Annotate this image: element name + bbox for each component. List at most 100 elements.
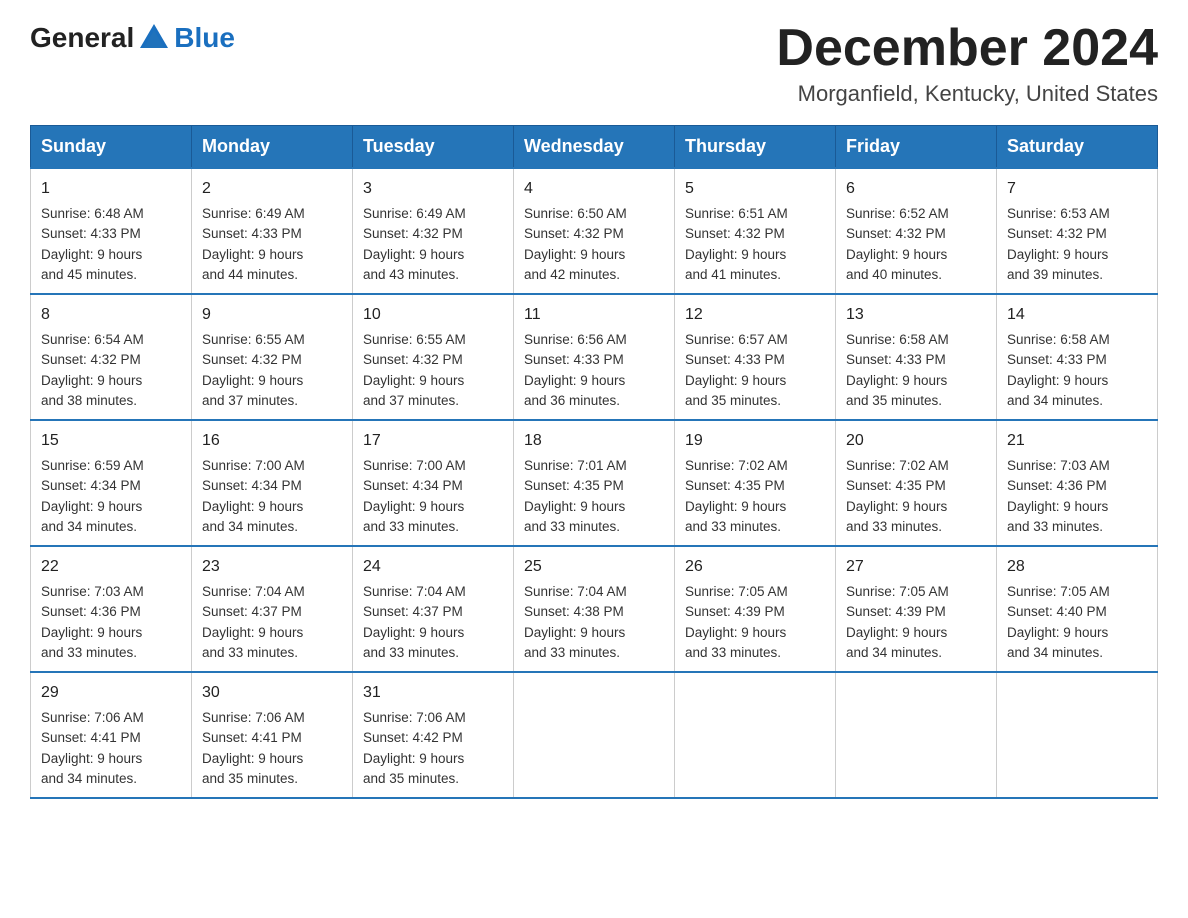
day-number: 13: [846, 303, 986, 327]
day-number: 28: [1007, 555, 1147, 579]
day-info: Sunrise: 7:05 AMSunset: 4:39 PMDaylight:…: [846, 582, 986, 663]
logo-blue-text: Blue: [174, 22, 235, 54]
day-number: 21: [1007, 429, 1147, 453]
day-number: 12: [685, 303, 825, 327]
day-info: Sunrise: 7:03 AMSunset: 4:36 PMDaylight:…: [1007, 456, 1147, 537]
calendar-cell: [836, 672, 997, 798]
header-day-wednesday: Wednesday: [514, 126, 675, 169]
calendar-header: SundayMondayTuesdayWednesdayThursdayFrid…: [31, 126, 1158, 169]
calendar-cell: 23 Sunrise: 7:04 AMSunset: 4:37 PMDaylig…: [192, 546, 353, 672]
day-info: Sunrise: 7:04 AMSunset: 4:38 PMDaylight:…: [524, 582, 664, 663]
week-row: 22 Sunrise: 7:03 AMSunset: 4:36 PMDaylig…: [31, 546, 1158, 672]
calendar-cell: 12 Sunrise: 6:57 AMSunset: 4:33 PMDaylig…: [675, 294, 836, 420]
day-info: Sunrise: 6:55 AMSunset: 4:32 PMDaylight:…: [363, 330, 503, 411]
calendar-cell: 16 Sunrise: 7:00 AMSunset: 4:34 PMDaylig…: [192, 420, 353, 546]
calendar-cell: 5 Sunrise: 6:51 AMSunset: 4:32 PMDayligh…: [675, 168, 836, 294]
day-info: Sunrise: 7:06 AMSunset: 4:41 PMDaylight:…: [41, 708, 181, 789]
day-info: Sunrise: 7:03 AMSunset: 4:36 PMDaylight:…: [41, 582, 181, 663]
week-row: 1 Sunrise: 6:48 AMSunset: 4:33 PMDayligh…: [31, 168, 1158, 294]
calendar-table: SundayMondayTuesdayWednesdayThursdayFrid…: [30, 125, 1158, 799]
day-number: 2: [202, 177, 342, 201]
day-number: 16: [202, 429, 342, 453]
day-number: 24: [363, 555, 503, 579]
calendar-cell: 15 Sunrise: 6:59 AMSunset: 4:34 PMDaylig…: [31, 420, 192, 546]
calendar-cell: 3 Sunrise: 6:49 AMSunset: 4:32 PMDayligh…: [353, 168, 514, 294]
logo-icon: [136, 20, 172, 56]
calendar-cell: 11 Sunrise: 6:56 AMSunset: 4:33 PMDaylig…: [514, 294, 675, 420]
header-day-saturday: Saturday: [997, 126, 1158, 169]
calendar-cell: 31 Sunrise: 7:06 AMSunset: 4:42 PMDaylig…: [353, 672, 514, 798]
calendar-cell: 17 Sunrise: 7:00 AMSunset: 4:34 PMDaylig…: [353, 420, 514, 546]
day-info: Sunrise: 7:00 AMSunset: 4:34 PMDaylight:…: [363, 456, 503, 537]
day-number: 7: [1007, 177, 1147, 201]
calendar-cell: 24 Sunrise: 7:04 AMSunset: 4:37 PMDaylig…: [353, 546, 514, 672]
day-number: 30: [202, 681, 342, 705]
calendar-cell: 6 Sunrise: 6:52 AMSunset: 4:32 PMDayligh…: [836, 168, 997, 294]
day-info: Sunrise: 6:55 AMSunset: 4:32 PMDaylight:…: [202, 330, 342, 411]
day-number: 27: [846, 555, 986, 579]
day-number: 5: [685, 177, 825, 201]
day-info: Sunrise: 6:48 AMSunset: 4:33 PMDaylight:…: [41, 204, 181, 285]
calendar-cell: 22 Sunrise: 7:03 AMSunset: 4:36 PMDaylig…: [31, 546, 192, 672]
day-info: Sunrise: 6:54 AMSunset: 4:32 PMDaylight:…: [41, 330, 181, 411]
calendar-cell: [514, 672, 675, 798]
day-info: Sunrise: 7:05 AMSunset: 4:40 PMDaylight:…: [1007, 582, 1147, 663]
day-number: 31: [363, 681, 503, 705]
week-row: 15 Sunrise: 6:59 AMSunset: 4:34 PMDaylig…: [31, 420, 1158, 546]
day-number: 3: [363, 177, 503, 201]
day-info: Sunrise: 7:00 AMSunset: 4:34 PMDaylight:…: [202, 456, 342, 537]
day-info: Sunrise: 6:53 AMSunset: 4:32 PMDaylight:…: [1007, 204, 1147, 285]
calendar-cell: 26 Sunrise: 7:05 AMSunset: 4:39 PMDaylig…: [675, 546, 836, 672]
calendar-cell: 28 Sunrise: 7:05 AMSunset: 4:40 PMDaylig…: [997, 546, 1158, 672]
calendar-cell: [997, 672, 1158, 798]
day-number: 29: [41, 681, 181, 705]
day-info: Sunrise: 6:58 AMSunset: 4:33 PMDaylight:…: [846, 330, 986, 411]
title-area: December 2024 Morganfield, Kentucky, Uni…: [776, 20, 1158, 107]
day-info: Sunrise: 6:58 AMSunset: 4:33 PMDaylight:…: [1007, 330, 1147, 411]
calendar-cell: 21 Sunrise: 7:03 AMSunset: 4:36 PMDaylig…: [997, 420, 1158, 546]
day-info: Sunrise: 7:02 AMSunset: 4:35 PMDaylight:…: [846, 456, 986, 537]
calendar-cell: 2 Sunrise: 6:49 AMSunset: 4:33 PMDayligh…: [192, 168, 353, 294]
calendar-cell: 14 Sunrise: 6:58 AMSunset: 4:33 PMDaylig…: [997, 294, 1158, 420]
day-info: Sunrise: 7:06 AMSunset: 4:41 PMDaylight:…: [202, 708, 342, 789]
calendar-cell: 18 Sunrise: 7:01 AMSunset: 4:35 PMDaylig…: [514, 420, 675, 546]
day-number: 25: [524, 555, 664, 579]
calendar-cell: 30 Sunrise: 7:06 AMSunset: 4:41 PMDaylig…: [192, 672, 353, 798]
day-info: Sunrise: 6:52 AMSunset: 4:32 PMDaylight:…: [846, 204, 986, 285]
calendar-cell: 8 Sunrise: 6:54 AMSunset: 4:32 PMDayligh…: [31, 294, 192, 420]
day-number: 15: [41, 429, 181, 453]
day-number: 10: [363, 303, 503, 327]
calendar-cell: 4 Sunrise: 6:50 AMSunset: 4:32 PMDayligh…: [514, 168, 675, 294]
week-row: 29 Sunrise: 7:06 AMSunset: 4:41 PMDaylig…: [31, 672, 1158, 798]
calendar-cell: 13 Sunrise: 6:58 AMSunset: 4:33 PMDaylig…: [836, 294, 997, 420]
logo: General Blue: [30, 20, 235, 56]
day-number: 8: [41, 303, 181, 327]
calendar-cell: 29 Sunrise: 7:06 AMSunset: 4:41 PMDaylig…: [31, 672, 192, 798]
day-info: Sunrise: 7:05 AMSunset: 4:39 PMDaylight:…: [685, 582, 825, 663]
calendar-cell: 7 Sunrise: 6:53 AMSunset: 4:32 PMDayligh…: [997, 168, 1158, 294]
day-info: Sunrise: 6:57 AMSunset: 4:33 PMDaylight:…: [685, 330, 825, 411]
page-title: December 2024: [776, 20, 1158, 77]
header-row: SundayMondayTuesdayWednesdayThursdayFrid…: [31, 126, 1158, 169]
page-subtitle: Morganfield, Kentucky, United States: [776, 81, 1158, 107]
calendar-cell: 10 Sunrise: 6:55 AMSunset: 4:32 PMDaylig…: [353, 294, 514, 420]
day-number: 18: [524, 429, 664, 453]
header-day-thursday: Thursday: [675, 126, 836, 169]
calendar-cell: [675, 672, 836, 798]
calendar-cell: 25 Sunrise: 7:04 AMSunset: 4:38 PMDaylig…: [514, 546, 675, 672]
header-day-sunday: Sunday: [31, 126, 192, 169]
day-info: Sunrise: 7:04 AMSunset: 4:37 PMDaylight:…: [363, 582, 503, 663]
day-number: 9: [202, 303, 342, 327]
calendar-cell: 20 Sunrise: 7:02 AMSunset: 4:35 PMDaylig…: [836, 420, 997, 546]
day-info: Sunrise: 7:02 AMSunset: 4:35 PMDaylight:…: [685, 456, 825, 537]
day-number: 26: [685, 555, 825, 579]
header-day-tuesday: Tuesday: [353, 126, 514, 169]
calendar-cell: 9 Sunrise: 6:55 AMSunset: 4:32 PMDayligh…: [192, 294, 353, 420]
calendar-cell: 27 Sunrise: 7:05 AMSunset: 4:39 PMDaylig…: [836, 546, 997, 672]
day-number: 17: [363, 429, 503, 453]
calendar-body: 1 Sunrise: 6:48 AMSunset: 4:33 PMDayligh…: [31, 168, 1158, 798]
header-day-monday: Monday: [192, 126, 353, 169]
day-number: 22: [41, 555, 181, 579]
header: General Blue December 2024 Morganfield, …: [30, 20, 1158, 107]
calendar-cell: 19 Sunrise: 7:02 AMSunset: 4:35 PMDaylig…: [675, 420, 836, 546]
